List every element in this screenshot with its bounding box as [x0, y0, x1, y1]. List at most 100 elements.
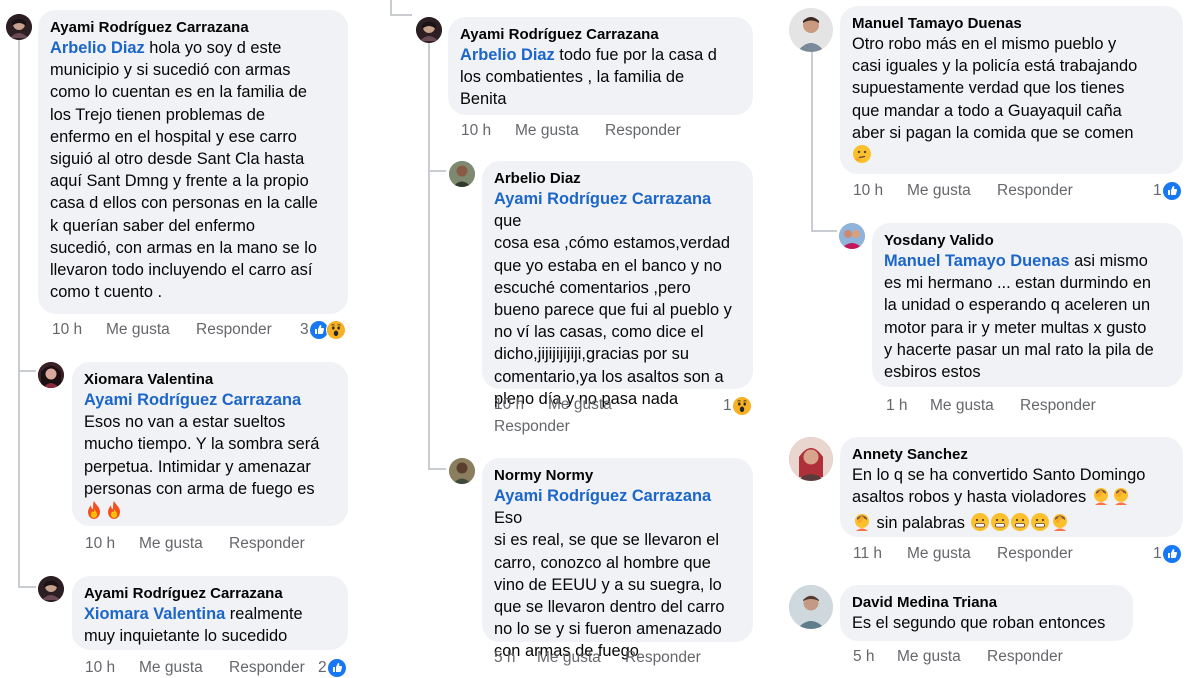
- comment-text-part: realmente: [225, 605, 303, 623]
- avatar[interactable]: [789, 437, 833, 481]
- comment-author[interactable]: Xiomara Valentina: [84, 370, 336, 389]
- reactions-summary[interactable]: 1: [723, 396, 752, 416]
- comment-author[interactable]: Arbelio Diaz: [494, 169, 741, 188]
- comment-line: esbiros estos: [884, 363, 981, 382]
- comment-text: Ayami Rodríguez Carrazana Esos no van a …: [84, 389, 336, 526]
- comment-time[interactable]: 11 h: [853, 545, 907, 563]
- avatar[interactable]: [6, 14, 32, 40]
- facepalm-icon: [852, 512, 872, 538]
- comment-line: es mi hermano ... estan durmindo en: [884, 274, 1151, 293]
- like-icon: [1161, 544, 1182, 564]
- like-button[interactable]: Me gusta: [515, 122, 605, 140]
- reply-button[interactable]: Responder: [494, 418, 570, 436]
- comment-author[interactable]: Ayami Rodríguez Carrazana: [50, 18, 336, 37]
- comment-author[interactable]: Ayami Rodríguez Carrazana: [84, 584, 336, 603]
- avatar[interactable]: [789, 8, 833, 52]
- like-button[interactable]: Me gusta: [139, 535, 229, 553]
- comment-author[interactable]: Normy Normy: [494, 466, 741, 485]
- comment-bubble: Normy Normy Ayami Rodríguez Carrazana Es…: [482, 458, 753, 660]
- like-button[interactable]: Me gusta: [537, 649, 625, 667]
- reply-button[interactable]: Responder: [997, 182, 1073, 200]
- like-button[interactable]: Me gusta: [897, 648, 987, 666]
- avatar[interactable]: [449, 458, 475, 484]
- avatar[interactable]: [416, 17, 442, 43]
- comment-actions: 10 h Me gusta Responder: [461, 122, 681, 140]
- comment-time[interactable]: 5 h: [494, 649, 537, 667]
- mention-link[interactable]: Arbelio Diaz: [460, 46, 555, 64]
- mention-link[interactable]: Ayami Rodríguez Carrazana: [494, 487, 711, 505]
- mention-link[interactable]: Xiomara Valentina: [84, 605, 225, 623]
- comment-time[interactable]: 10 h: [85, 535, 139, 553]
- comment-line: personas con arma de fuego es: [84, 479, 315, 498]
- mention-link[interactable]: Ayami Rodríguez Carrazana: [84, 391, 301, 409]
- avatar[interactable]: [38, 576, 64, 602]
- reply-button[interactable]: Responder: [1020, 397, 1096, 415]
- avatar[interactable]: [449, 161, 475, 187]
- comment-actions: 11 h Me gusta Responder: [853, 545, 1073, 563]
- reaction-count: 2: [318, 659, 327, 676]
- comment-line: si es real, se que se llevaron el: [494, 531, 720, 550]
- mention-link[interactable]: Ayami Rodríguez Carrazana: [494, 190, 711, 208]
- reactions-summary[interactable]: 3: [300, 320, 346, 340]
- comment-actions: 10 h Me gusta Responder: [85, 535, 305, 553]
- comment-bubble: Ayami Rodríguez Carrazana Arbelio Diaz t…: [448, 17, 753, 115]
- comment-text: Manuel Tamayo Duenas asi mismo es mi her…: [884, 250, 1171, 383]
- comment-bubble: Ayami Rodríguez Carrazana Arbelio Diaz h…: [38, 10, 348, 314]
- thread-line-branch: [18, 370, 36, 372]
- like-button[interactable]: Me gusta: [106, 321, 196, 339]
- comment-time[interactable]: 5 h: [853, 648, 897, 666]
- comment-author[interactable]: David Medina Triana: [852, 593, 1121, 612]
- comment-actions: 10 h Me gusta Responder: [52, 321, 272, 339]
- comment-line: no ví las casas, como dice el: [494, 323, 704, 342]
- reactions-summary[interactable]: 1: [1153, 181, 1182, 201]
- comment-time[interactable]: 10 h: [494, 396, 548, 414]
- reactions-summary[interactable]: 1: [1153, 544, 1182, 564]
- wow-icon: [731, 396, 752, 416]
- reply-button[interactable]: Responder: [605, 122, 681, 140]
- comment-line: vino de EEUU y a su suegra, lo: [494, 575, 722, 594]
- comment-text: Ayami Rodríguez Carrazana que cosa esa ,…: [494, 188, 741, 410]
- reply-button[interactable]: Responder: [625, 649, 701, 667]
- wow-icon: [325, 320, 346, 340]
- reply-button[interactable]: Responder: [229, 659, 305, 677]
- like-button[interactable]: Me gusta: [930, 397, 1020, 415]
- reply-button[interactable]: Responder: [997, 545, 1073, 563]
- comment-author[interactable]: Ayami Rodríguez Carrazana: [460, 25, 741, 44]
- like-button[interactable]: Me gusta: [548, 396, 638, 414]
- comment-time[interactable]: 10 h: [853, 182, 907, 200]
- mention-link[interactable]: Arbelio Diaz: [50, 39, 145, 57]
- comment-line: municipio y si sucedió con armas: [50, 61, 291, 80]
- avatar[interactable]: [38, 362, 64, 388]
- facepalm-icon: [1091, 486, 1111, 512]
- comment-text: Xiomara Valentina realmente muy inquieta…: [84, 603, 336, 647]
- comment-line: la unidad o esperando q aceleren un: [884, 296, 1151, 315]
- like-button[interactable]: Me gusta: [139, 659, 229, 677]
- grimacing-face-icon: [990, 512, 1010, 538]
- comment-text: Otro robo más en el mismo pueblo y casi …: [852, 33, 1171, 170]
- comment-line: no lo se y si fueron amenazado: [494, 620, 722, 639]
- comment-line: cosa esa ,cómo estamos,verdad: [494, 234, 730, 253]
- reaction-count: 3: [300, 321, 309, 338]
- comment-author[interactable]: Manuel Tamayo Duenas: [852, 14, 1171, 33]
- comment-time[interactable]: 10 h: [461, 122, 515, 140]
- reaction-count: 1: [1153, 182, 1162, 199]
- comment-bubble: Annety Sanchez En lo q se ha convertido …: [840, 437, 1183, 537]
- comment-time[interactable]: 10 h: [85, 659, 139, 677]
- reply-button[interactable]: Responder: [987, 648, 1063, 666]
- mention-link[interactable]: Manuel Tamayo Duenas: [884, 252, 1070, 270]
- comment-text-part: todo fue por la casa d: [554, 46, 717, 64]
- like-icon: [326, 658, 347, 678]
- avatar[interactable]: [839, 223, 865, 249]
- reply-button[interactable]: Responder: [229, 535, 305, 553]
- reactions-summary[interactable]: 2: [318, 658, 347, 678]
- reply-button[interactable]: Responder: [196, 321, 272, 339]
- thread-line: [811, 50, 813, 232]
- thread-line-branch: [390, 14, 412, 16]
- comment-time[interactable]: 10 h: [52, 321, 106, 339]
- comment-author[interactable]: Annety Sanchez: [852, 445, 1171, 464]
- comment-time[interactable]: 1 h: [886, 397, 930, 415]
- like-button[interactable]: Me gusta: [907, 182, 997, 200]
- comment-author[interactable]: Yosdany Valido: [884, 231, 1171, 250]
- avatar[interactable]: [789, 585, 833, 629]
- like-button[interactable]: Me gusta: [907, 545, 997, 563]
